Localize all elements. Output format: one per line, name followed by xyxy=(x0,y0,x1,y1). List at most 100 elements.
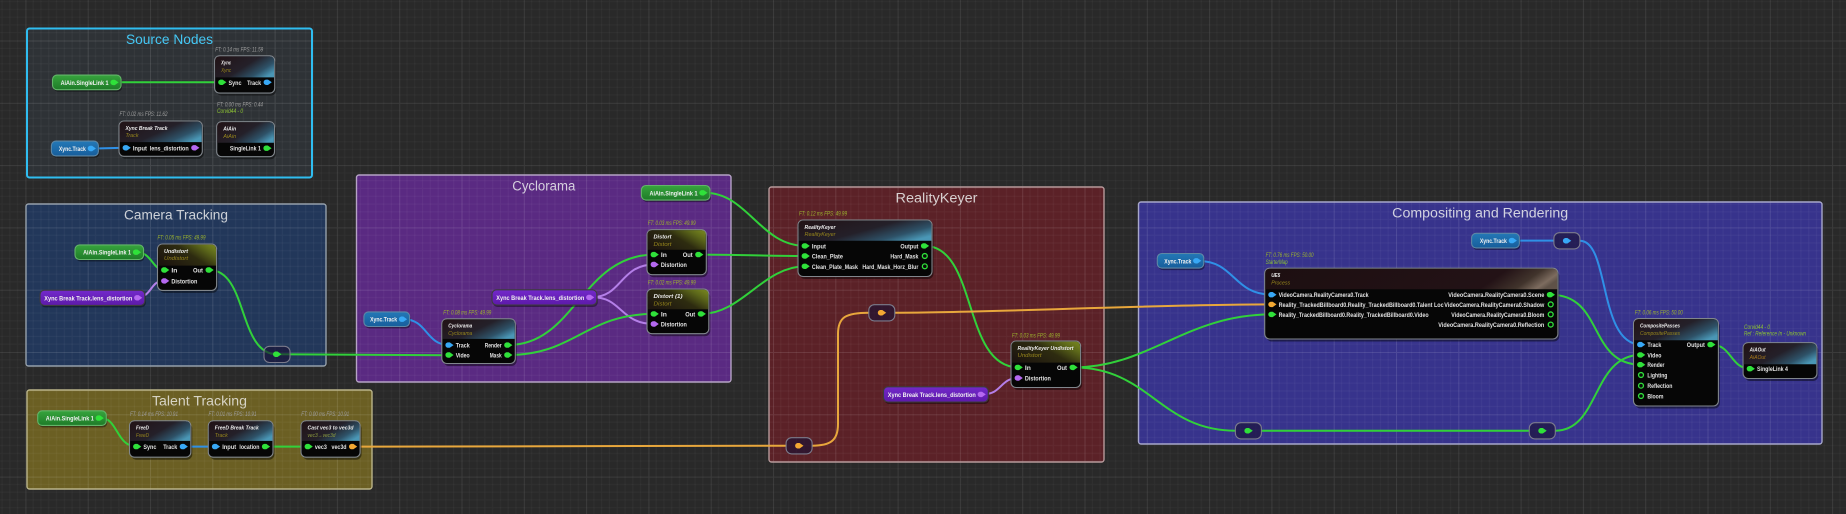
svg-text:FT: 0.08 ms FPS: 49.99: FT: 0.08 ms FPS: 49.99 xyxy=(443,310,492,316)
svg-text:Cast vec3 to vec3d: Cast vec3 to vec3d xyxy=(308,426,354,432)
svg-text:Out: Out xyxy=(193,268,204,275)
svg-text:FT: 0.05 ms FPS: 49.99: FT: 0.05 ms FPS: 49.99 xyxy=(158,235,207,241)
svg-text:Xync.Track: Xync.Track xyxy=(59,146,86,153)
svg-text:AiAOut: AiAOut xyxy=(1749,355,1766,361)
svg-text:Xync Break Track.lens_distorti: Xync Break Track.lens_distortion xyxy=(44,295,132,302)
svg-text:CompositePasses: CompositePasses xyxy=(1640,331,1680,337)
svg-text:VideoCamera.RealityCamera0.Tra: VideoCamera.RealityCamera0.Track xyxy=(1279,292,1369,299)
svg-text:FT: 0.01 ms FPS: 10.91: FT: 0.01 ms FPS: 10.91 xyxy=(209,412,257,418)
svg-text:Distortion: Distortion xyxy=(171,278,197,285)
svg-text:VideoCamera.RealityCamera0.Sce: VideoCamera.RealityCamera0.Scene xyxy=(1448,292,1544,299)
svg-text:Process: Process xyxy=(1271,280,1290,286)
svg-text:Lighting: Lighting xyxy=(1647,373,1667,380)
svg-text:FreeD: FreeD xyxy=(136,426,150,432)
svg-text:Input: Input xyxy=(812,243,827,250)
svg-text:AiAin: AiAin xyxy=(222,134,237,140)
svg-text:Output: Output xyxy=(900,243,919,250)
svg-text:Reality_TrackedBillboard0.Real: Reality_TrackedBillboard0.Reality_Tracke… xyxy=(1279,302,1444,309)
svg-text:Xync Break Track.lens_distorti: Xync Break Track.lens_distortion xyxy=(496,295,584,302)
svg-text:Hard_Mask_Horz_Blur: Hard_Mask_Horz_Blur xyxy=(862,264,918,271)
svg-text:Distort: Distort xyxy=(654,242,672,248)
svg-text:Hard_Mask: Hard_Mask xyxy=(890,254,918,261)
svg-text:Input: Input xyxy=(133,145,148,152)
svg-text:StarterMap: StarterMap xyxy=(1266,260,1288,266)
svg-text:FT: 0.03 ms FPS: 49.99: FT: 0.03 ms FPS: 49.99 xyxy=(648,221,697,227)
svg-text:Xync.Track: Xync.Track xyxy=(1164,258,1191,265)
svg-text:Reflection: Reflection xyxy=(1647,383,1672,390)
svg-text:Track: Track xyxy=(126,133,140,139)
svg-text:AiAin: AiAin xyxy=(222,127,236,133)
svg-text:In: In xyxy=(661,252,667,259)
svg-text:Out: Out xyxy=(1057,365,1068,372)
svg-text:Video: Video xyxy=(456,353,470,360)
svg-text:AiAin.SingleLink 1: AiAin.SingleLink 1 xyxy=(61,80,109,87)
svg-text:Corvid44 - 0: Corvid44 - 0 xyxy=(217,109,244,115)
svg-text:Mask: Mask xyxy=(490,353,502,360)
svg-text:FT: 0.76 ms FPS: 50.00: FT: 0.76 ms FPS: 50.00 xyxy=(1266,253,1315,259)
svg-text:Video: Video xyxy=(1647,352,1661,359)
svg-text:FT: 0.00 ms FPS: 10.91: FT: 0.00 ms FPS: 10.91 xyxy=(301,412,349,418)
svg-text:AiAin.SingleLink 1: AiAin.SingleLink 1 xyxy=(46,416,94,423)
svg-text:Track: Track xyxy=(247,80,261,87)
svg-text:FT: 0.02 ms FPS: 49.99: FT: 0.02 ms FPS: 49.99 xyxy=(648,280,697,286)
svg-text:VideoCamera.RealityCamera0.Sha: VideoCamera.RealityCamera0.Shadow xyxy=(1444,302,1544,309)
svg-text:Render: Render xyxy=(485,343,502,350)
svg-text:FT: 0.00 ms FPS: 0.44: FT: 0.00 ms FPS: 0.44 xyxy=(217,103,263,109)
svg-text:FT: 0.02 ms FPS: 11.62: FT: 0.02 ms FPS: 11.62 xyxy=(120,112,168,118)
svg-text:Sync: Sync xyxy=(229,80,242,87)
svg-text:Cyclorama: Cyclorama xyxy=(448,324,473,330)
svg-text:Undistort: Undistort xyxy=(1018,353,1042,359)
svg-text:Distortion: Distortion xyxy=(661,322,687,329)
svg-text:SingleLink 4: SingleLink 4 xyxy=(1757,366,1788,373)
svg-text:RealityKeyer Undistort: RealityKeyer Undistort xyxy=(1018,346,1075,352)
svg-text:FreeD Break Track: FreeD Break Track xyxy=(215,426,260,432)
svg-text:Distort (1): Distort (1) xyxy=(654,294,683,300)
svg-text:vec3d: vec3d xyxy=(332,444,347,451)
svg-text:In: In xyxy=(661,311,667,318)
svg-text:Track: Track xyxy=(1647,342,1661,349)
svg-text:RealityKeyer: RealityKeyer xyxy=(805,225,837,231)
svg-text:Input: Input xyxy=(222,444,237,451)
svg-text:Track: Track xyxy=(456,343,470,350)
svg-text:Output: Output xyxy=(1687,342,1706,349)
svg-text:Xync.Track: Xync.Track xyxy=(1480,238,1507,245)
svg-text:FT: 0.03 ms FPS: 49.99: FT: 0.03 ms FPS: 49.99 xyxy=(1012,334,1061,340)
svg-text:Undistort: Undistort xyxy=(164,256,188,262)
svg-text:Distort: Distort xyxy=(654,301,672,307)
svg-text:SingleLink 1: SingleLink 1 xyxy=(230,146,261,153)
svg-text:VideoCamera.RealityCamera0.Ref: VideoCamera.RealityCamera0.Reflection xyxy=(1438,322,1544,329)
svg-text:Track: Track xyxy=(215,433,229,439)
svg-text:location: location xyxy=(239,444,259,451)
svg-text:Cyclorama: Cyclorama xyxy=(448,331,473,337)
svg-text:Camera Tracking: Camera Tracking xyxy=(124,208,228,224)
svg-text:RealityKeyer: RealityKeyer xyxy=(896,191,978,207)
svg-text:FT: 0.14 ms FPS: 11.59: FT: 0.14 ms FPS: 11.59 xyxy=(215,48,263,54)
svg-text:Ref : Reference In - Unknown: Ref : Reference In - Unknown xyxy=(1744,332,1807,338)
svg-text:VideoCamera.RealityCamera0.Blo: VideoCamera.RealityCamera0.Bloom xyxy=(1451,312,1544,319)
svg-text:RealityKeyer: RealityKeyer xyxy=(805,232,837,238)
svg-text:Xync: Xync xyxy=(220,68,231,74)
svg-text:FreeD: FreeD xyxy=(136,433,150,439)
svg-text:FT: 0.14 ms FPS: 10.91: FT: 0.14 ms FPS: 10.91 xyxy=(130,412,178,418)
svg-text:Cyclorama: Cyclorama xyxy=(512,179,575,195)
svg-text:Render: Render xyxy=(1647,362,1664,369)
svg-text:AiAin.SingleLink 1: AiAin.SingleLink 1 xyxy=(650,190,698,197)
svg-text:In: In xyxy=(171,268,177,275)
svg-text:Distort: Distort xyxy=(654,235,673,241)
svg-text:Xync Break Track.lens_distorti: Xync Break Track.lens_distortion xyxy=(888,392,976,399)
svg-text:FT: 0.06 ms FPS: 50.00: FT: 0.06 ms FPS: 50.00 xyxy=(1635,311,1684,317)
svg-text:Bloom: Bloom xyxy=(1647,394,1663,401)
svg-text:Reality_TrackedBillboard0.Real: Reality_TrackedBillboard0.Reality_Tracke… xyxy=(1279,312,1429,319)
svg-text:CompositePasses: CompositePasses xyxy=(1640,323,1681,329)
svg-text:Corvid44 - 0: Corvid44 - 0 xyxy=(1744,325,1771,331)
svg-text:Clean_Plate: Clean_Plate xyxy=(812,254,843,261)
svg-text:Talent Tracking: Talent Tracking xyxy=(152,394,247,410)
svg-text:Xync: Xync xyxy=(220,61,231,67)
svg-text:Out: Out xyxy=(685,311,696,318)
svg-text:Sync: Sync xyxy=(143,444,156,451)
svg-text:vec3→vec3d: vec3→vec3d xyxy=(308,433,337,439)
svg-text:Distortion: Distortion xyxy=(1025,376,1051,383)
svg-text:In: In xyxy=(1025,365,1031,372)
svg-text:Xync Break Track: Xync Break Track xyxy=(125,126,168,132)
svg-text:Distortion: Distortion xyxy=(661,262,687,269)
